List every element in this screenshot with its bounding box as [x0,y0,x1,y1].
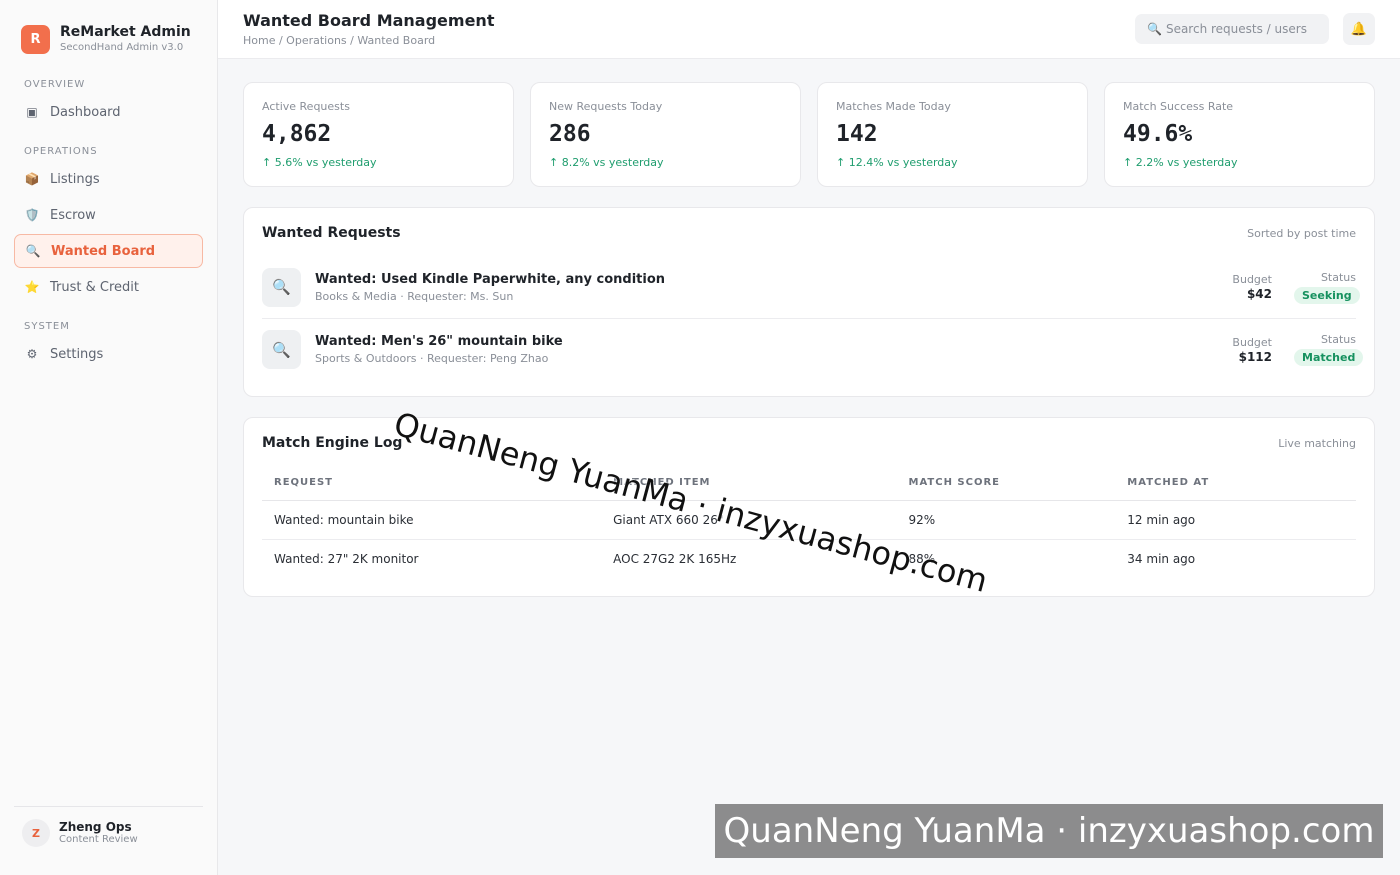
stat-label: Matches Made Today [836,100,951,113]
stat-delta: ↑ 5.6% vs yesterday [262,156,377,169]
brand[interactable]: R ReMarket Admin SecondHand Admin v3.0 [0,0,217,54]
topbar: Wanted Board Management Home / Operation… [218,0,1400,59]
user-profile[interactable]: Z Zheng Ops Content Review [14,806,203,847]
brand-logo: R [21,24,50,54]
table-header-row: REQUEST MATCHED ITEM MATCH SCORE MATCHED… [262,466,1356,501]
wanted-requests-panel: Wanted Requests Sorted by post time 🔍 Wa… [243,207,1375,397]
gear-icon: ⚙ [26,347,38,361]
dashboard-icon: ▣ [26,105,38,119]
nav-section-system: SYSTEM [24,321,70,332]
table-cell: 92% [908,512,936,527]
budget-value: $42 [1246,287,1272,301]
table-row[interactable]: Wanted: mountain bike Giant ATX 660 26" … [262,500,1356,539]
avatar: Z [22,819,50,847]
stat-card-new-requests: New Requests Today 286 ↑ 8.2% vs yesterd… [530,82,801,187]
stat-delta: ↑ 12.4% vs yesterday [836,156,958,169]
sidebar-item-label: Trust & Credit [50,279,139,295]
column-header[interactable]: REQUEST [262,466,602,501]
page-title: Wanted Board Management [243,11,495,30]
bell-icon: 🔔 [1350,21,1368,37]
stat-value: 286 [549,121,591,147]
user-name: Zheng Ops [59,820,132,834]
sidebar-item-escrow[interactable]: 🛡️ Escrow [14,198,203,232]
request-meta: Books & Media · Requester: Ms. Sun [315,289,514,303]
sidebar-item-settings[interactable]: ⚙ Settings [14,337,203,371]
column-header[interactable]: MATCHED AT [1115,466,1356,501]
breadcrumb[interactable]: Home / Operations / Wanted Board [243,34,494,47]
nav-section-overview: OVERVIEW [24,79,86,90]
column-header[interactable]: MATCHED ITEM [601,466,897,501]
stat-delta: ↑ 2.2% vs yesterday [1123,156,1238,169]
brand-name: ReMarket Admin [60,24,191,40]
status-label: Status [1320,270,1356,284]
star-icon: ⭐ [24,280,40,294]
list-item[interactable]: 🔍 Wanted: Used Kindle Paperwhite, any co… [262,256,1360,318]
table-cell: AOC 27G2 2K 165Hz [601,538,897,578]
table-cell: 88% [896,538,1116,578]
stat-label: Active Requests [262,100,350,113]
sidebar-item-trust-credit[interactable]: ⭐ Trust & Credit [14,270,203,304]
sidebar-item-wanted-board[interactable]: 🔍 Wanted Board [14,234,203,268]
sidebar-item-dashboard[interactable]: ▣ Dashboard [14,95,203,129]
main-content: Wanted Board Management Home / Operation… [218,0,1400,875]
sidebar-item-label: Wanted Board [51,243,156,259]
sidebar-item-listings[interactable]: 📦 Listings [14,162,203,196]
match-engine-log-panel: Match Engine Log Live matching REQUEST M… [243,417,1375,597]
sort-note[interactable]: Sorted by post time [1247,227,1356,240]
status-badge: Seeking [1294,286,1360,304]
column-header[interactable]: MATCH SCORE [896,466,1116,501]
stat-label: New Requests Today [549,100,663,113]
stats-row: Active Requests 4,862 ↑ 5.6% vs yesterda… [243,82,1375,187]
table-cell: Wanted: 27" 2K monitor [262,538,602,578]
table-cell: Wanted: mountain bike [274,512,414,527]
budget-value: $112 [1238,349,1272,364]
sidebar-item-label: Dashboard [50,104,121,120]
nav-section-operations: OPERATIONS [24,146,98,157]
notification-button[interactable]: 🔔 [1343,13,1375,45]
panel-title: Wanted Requests [262,225,401,241]
search-icon: 🔍 [1147,22,1162,36]
search-icon: 🔍 [25,244,41,258]
status-badge: Matched [1294,349,1364,366]
table-cell: 34 min ago [1115,538,1356,578]
stat-value: 4,862 [262,121,332,147]
table-cell: 12 min ago [1127,512,1196,527]
request-meta: Sports & Outdoors · Requester: Peng Zhao [315,352,549,365]
user-role: Content Review [59,834,138,845]
table-cell: Giant ATX 660 26" [613,512,724,527]
sidebar-item-label: Escrow [50,207,96,223]
list-item[interactable]: 🔍 Wanted: Men's 26" mountain bike Sports… [262,318,1364,380]
panel-title: Match Engine Log [262,435,403,451]
brand-subtitle: SecondHand Admin v3.0 [60,42,184,53]
status-label: Status [1320,333,1356,346]
stat-card-matches-made: Matches Made Today 142 ↑ 12.4% vs yester… [817,82,1088,187]
search-icon: 🔍 [262,267,301,307]
search-icon: 🔍 [262,330,301,369]
package-icon: 📦 [24,172,40,186]
sidebar-item-label: Listings [50,171,100,187]
stat-value: 142 [836,121,878,147]
stat-card-success-rate: Match Success Rate 49.6% ↑ 2.2% vs yeste… [1104,82,1375,187]
stat-value: 49.6% [1123,121,1193,147]
search-box[interactable]: 🔍 [1135,14,1329,44]
budget-label: Budget [1232,273,1272,286]
shield-icon: 🛡️ [24,208,40,222]
budget-label: Budget [1232,335,1272,349]
table-row[interactable]: Wanted: 27" 2K monitor AOC 27G2 2K 165Hz… [262,538,1356,578]
match-log-table: REQUEST MATCHED ITEM MATCH SCORE MATCHED… [262,466,1356,578]
request-title: Wanted: Men's 26" mountain bike [315,334,563,349]
sidebar: R ReMarket Admin SecondHand Admin v3.0 O… [0,0,218,875]
sidebar-item-label: Settings [50,346,104,362]
stat-label: Match Success Rate [1123,100,1234,113]
request-title: Wanted: Used Kindle Paperwhite, any cond… [315,271,666,287]
stat-card-active-requests: Active Requests 4,862 ↑ 5.6% vs yesterda… [243,82,514,187]
live-note: Live matching [1278,436,1356,450]
search-input[interactable] [1165,22,1316,36]
stat-delta: ↑ 8.2% vs yesterday [549,156,664,169]
